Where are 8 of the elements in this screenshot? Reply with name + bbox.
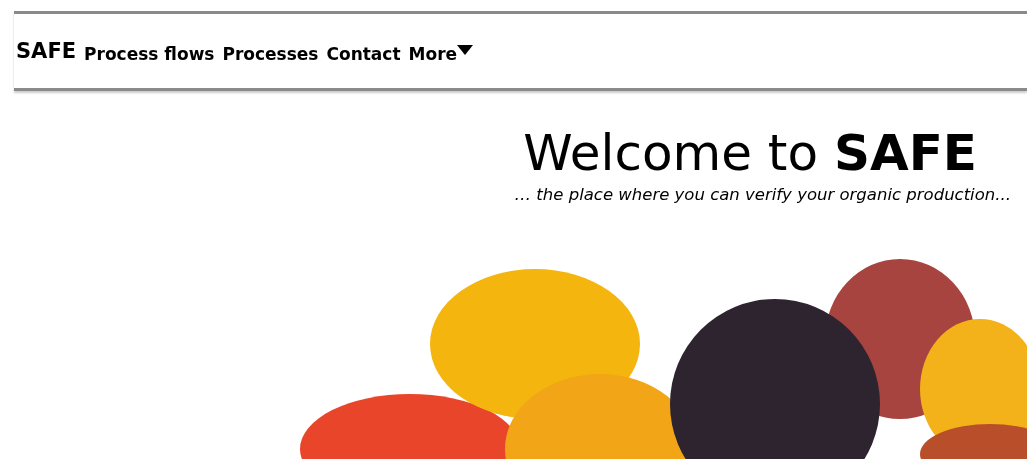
nav-link[interactable]: Processes xyxy=(222,44,319,64)
nav-link[interactable]: Process flows xyxy=(84,44,215,64)
welcome-heading: Welcome to SAFE xyxy=(523,123,977,183)
dropdown-menu[interactable]: More xyxy=(408,44,474,64)
nav-link[interactable]: Contact xyxy=(326,44,401,64)
tagline: … the place where you can verify your organic production... xyxy=(514,185,1011,204)
caret-icon xyxy=(457,45,474,55)
brand-logo[interactable]: SAFE xyxy=(16,39,77,63)
